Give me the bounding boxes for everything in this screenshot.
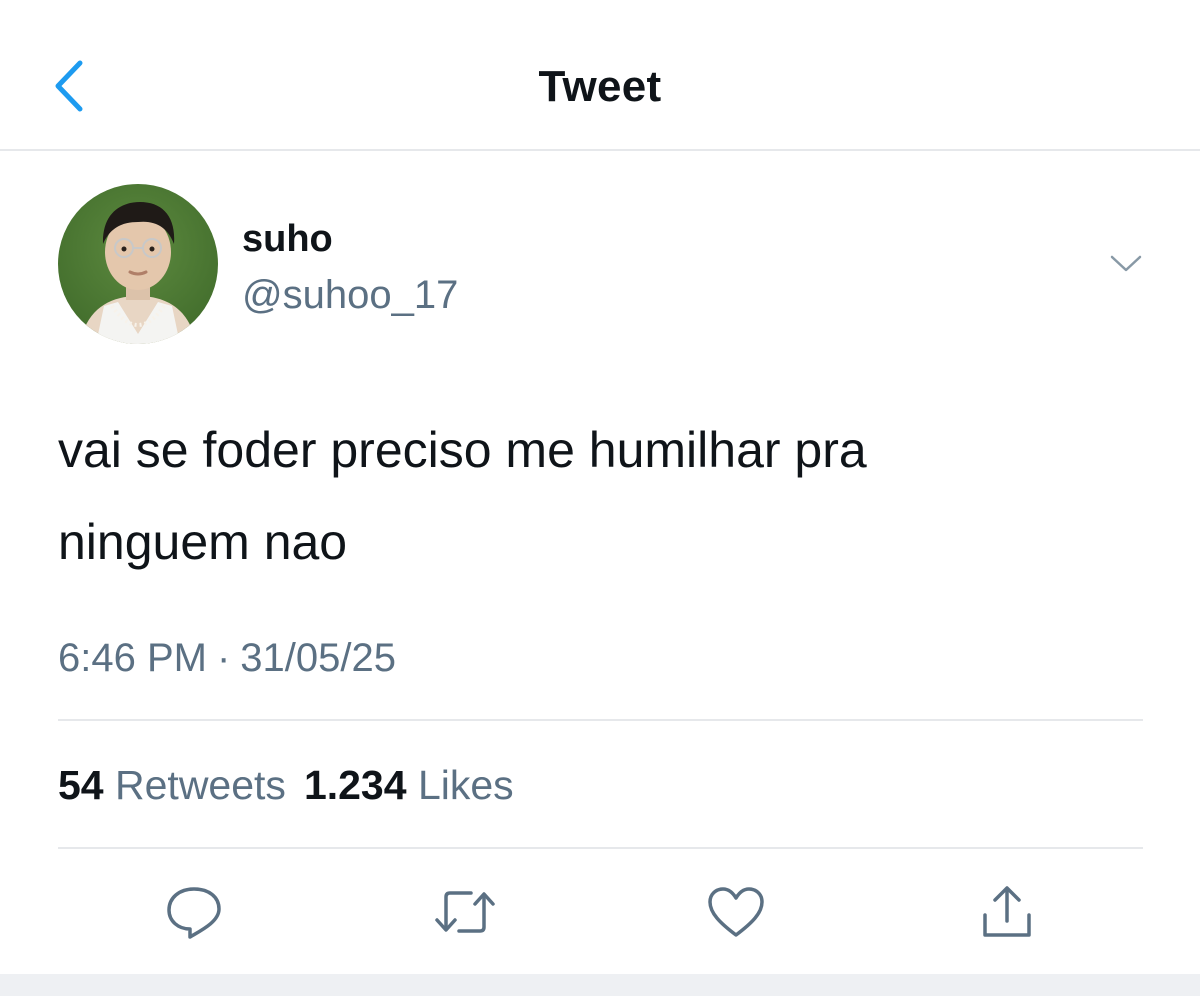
share-button[interactable] (975, 880, 1039, 944)
like-button[interactable] (704, 880, 768, 944)
profile-photo (58, 184, 218, 344)
author-display-name[interactable]: suho (242, 218, 333, 261)
navigation-bar: Tweet (0, 0, 1200, 151)
share-icon (983, 886, 1031, 937)
heart-icon (708, 887, 764, 937)
tweet-text-line: ninguem nao (58, 514, 348, 570)
divider (58, 719, 1143, 721)
retweets-stat[interactable]: 54 Retweets (58, 762, 286, 808)
more-options-button[interactable] (1104, 248, 1148, 280)
likes-stat[interactable]: 1.234 Likes (304, 762, 514, 808)
likes-count: 1.234 (303, 762, 407, 808)
divider (58, 847, 1143, 849)
chevron-down-icon (1110, 255, 1142, 272)
page-title: Tweet (538, 62, 662, 111)
bottom-strip (0, 974, 1200, 996)
tweet-detail-screen: Tweet suho @suhoo_17 vai se foder precis… (0, 0, 1200, 996)
reply-button[interactable] (162, 880, 226, 944)
tweet-text-line: vai se foder preciso me humilhar pra (58, 422, 867, 478)
reply-icon (167, 887, 221, 939)
retweet-button[interactable] (433, 880, 497, 944)
avatar[interactable] (58, 184, 218, 344)
retweets-label: Retweets (115, 762, 286, 808)
tweet-date: 31/05/25 (240, 636, 396, 680)
tweet-stats: 54 Retweets 1.234 Likes (58, 762, 514, 809)
retweets-count: 54 (58, 762, 104, 808)
retweet-icon (435, 891, 495, 933)
tweet-text: vai se foder preciso me humilhar pra nin… (58, 404, 1148, 588)
tweet-timestamp: 6:46 PM · 31/05/25 (58, 636, 396, 681)
likes-label: Likes (417, 762, 514, 808)
tweet-time: 6:46 PM (58, 636, 207, 680)
timestamp-separator: · (216, 636, 231, 680)
author-username[interactable]: @suhoo_17 (242, 273, 458, 318)
